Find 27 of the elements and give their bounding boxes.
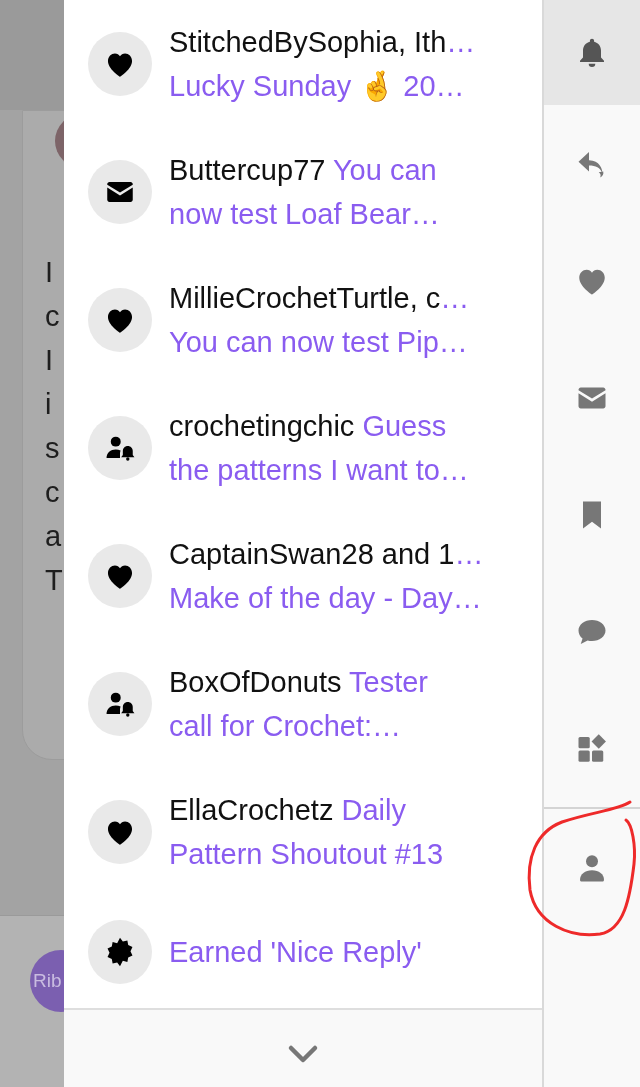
notification-item[interactable]: CaptainSwan28 and 1… Make of the day - Day… xyxy=(64,512,542,640)
notification-item[interactable]: MillieCrochetTurtle, c… You can now test Pip… xyxy=(64,256,542,384)
post-text: I xyxy=(45,255,55,290)
avatar-label: Rib xyxy=(33,968,62,993)
post-text: c xyxy=(45,299,61,334)
notification-text: CaptainSwan28 and 1… Make of the day - Day… xyxy=(169,537,484,616)
notification-text: BoxOfDonuts Tester call for Crochet:… xyxy=(169,665,428,744)
notification-item[interactable]: Earned 'Nice Reply' xyxy=(64,896,542,1008)
sidebar-tab[interactable] xyxy=(544,0,640,105)
notification-text: Earned 'Nice Reply' xyxy=(169,935,422,970)
notification-item[interactable]: Buttercup77 You can now test Loaf Bear… xyxy=(64,128,542,256)
notification-item[interactable]: crochetingchic Guess the patterns I want to… xyxy=(64,384,542,512)
notification-text: StitchedBySophia, Ith… Lucky Sunday 🤞 20… xyxy=(169,25,476,104)
chevron-down-icon xyxy=(286,1043,320,1065)
post-text: i xyxy=(45,387,53,422)
notification-item[interactable]: EllaCrochetz Daily Pattern Shoutout #13 xyxy=(64,768,542,896)
post-text: I xyxy=(45,343,55,378)
notification-text: EllaCrochetz Daily Pattern Shoutout #13 xyxy=(169,793,444,872)
post-text: c xyxy=(45,475,61,510)
notification-text: Buttercup77 You can now test Loaf Bear… xyxy=(169,153,440,232)
post-text: s xyxy=(45,431,61,466)
notification-item[interactable]: BoxOfDonuts Tester call for Crochet:… xyxy=(64,640,542,768)
post-text: a xyxy=(45,519,63,554)
post-text: T xyxy=(45,563,64,598)
notification-text: crochetingchic Guess the patterns I want to… xyxy=(169,409,469,488)
notification-text: MillieCrochetTurtle, c… You can now test Pip… xyxy=(169,281,470,360)
notification-item[interactable]: StitchedBySophia, Ith… Lucky Sunday 🤞 20… xyxy=(64,0,542,128)
